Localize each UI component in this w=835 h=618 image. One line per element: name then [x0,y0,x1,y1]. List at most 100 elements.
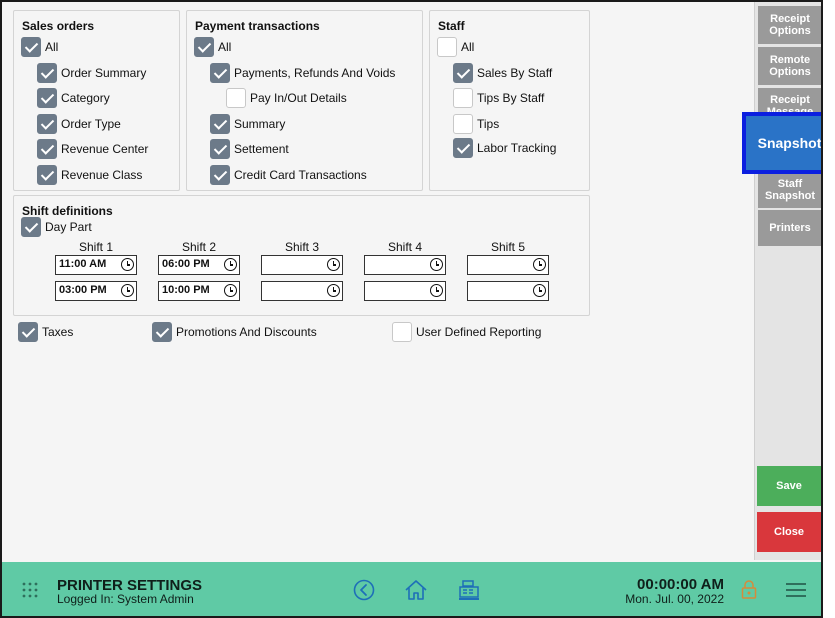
shift-header: Shift 3 [284,240,320,254]
checkbox[interactable] [210,139,230,159]
checkbox[interactable] [37,165,57,185]
sidebar-item-receipt-options[interactable]: Receipt Options [758,6,821,44]
checkbox[interactable] [210,114,230,134]
checkbox-row[interactable]: Summary [210,114,285,134]
checkbox[interactable] [210,63,230,83]
checkbox-label: All [461,40,475,54]
checkbox[interactable] [437,37,457,57]
sales-orders-group: Sales orders All Order Summary Category … [13,10,180,191]
sidebar-item-receipt-message[interactable]: Receipt Message [758,88,821,114]
shift-start-time-input[interactable]: 06:00 PM [158,255,240,275]
checkbox-row[interactable]: Tips [453,114,499,134]
cash-register-icon[interactable] [458,579,480,601]
shift-start-time-input[interactable]: 11:00 AM [55,255,137,275]
clock-icon[interactable] [121,284,134,297]
checkbox-label: Promotions And Discounts [176,325,317,339]
checkbox[interactable] [37,63,57,83]
checkbox-label: Taxes [42,325,74,339]
time-value: 10:00 PM [162,284,210,296]
sidebar-item-snapshot[interactable]: Snapshot [742,112,821,174]
app-grid-icon[interactable] [22,582,38,598]
checkbox[interactable] [453,138,473,158]
checkbox-label: Tips By Staff [477,91,545,105]
time-value: 03:00 PM [59,284,107,296]
staff-group: Staff All Sales By Staff Tips By Staff T… [429,10,590,191]
shift-end-time-input[interactable]: 10:00 PM [158,281,240,301]
day-part-checkbox-row[interactable]: Day Part [21,217,92,237]
clock-icon[interactable] [327,284,340,297]
sidebar-item-label: Receipt Message [766,94,814,114]
logged-in-status: Logged In: System Admin [57,592,194,606]
checkbox[interactable] [37,114,57,134]
checkbox[interactable] [18,322,38,342]
clock-icon[interactable] [430,258,443,271]
checkbox-row[interactable]: Sales By Staff [453,63,552,83]
checkbox-row[interactable]: Order Summary [37,63,146,83]
shift-start-time-input[interactable] [467,255,549,275]
checkbox-row[interactable]: Revenue Class [37,165,142,185]
checkbox-label: Payments, Refunds And Voids [234,66,396,80]
checkbox-label: Order Type [61,117,121,131]
clock-icon[interactable] [533,258,546,271]
clock-icon[interactable] [533,284,546,297]
sidebar-item-staff-snapshot[interactable]: Staff Snapshot [758,172,821,208]
checkbox-row[interactable]: All [21,37,58,57]
shift-end-time-input[interactable] [364,281,446,301]
checkbox-row[interactable]: Pay In/Out Details [226,88,347,108]
checkbox[interactable] [226,88,246,108]
shift-end-time-input[interactable] [261,281,343,301]
checkbox-label: Summary [234,117,286,131]
promotions-checkbox-row[interactable]: Promotions And Discounts [152,322,317,342]
checkbox-label: Day Part [45,220,92,234]
checkbox-label: Labor Tracking [477,141,557,155]
checkbox[interactable] [453,114,473,134]
close-button[interactable]: Close [757,512,821,552]
checkbox[interactable] [453,63,473,83]
checkbox-row[interactable]: Tips By Staff [453,88,544,108]
checkbox-row[interactable]: All [194,37,231,57]
save-button[interactable]: Save [757,466,821,506]
back-icon[interactable] [353,579,375,601]
shift-end-time-input[interactable]: 03:00 PM [55,281,137,301]
checkbox[interactable] [37,139,57,159]
checkbox-label: Revenue Center [61,142,149,156]
checkbox-row[interactable]: Settement [210,139,289,159]
checkbox-row[interactable]: Order Type [37,114,121,134]
clock-icon[interactable] [224,284,237,297]
checkbox-label: Settement [234,142,289,156]
group-title: Staff [438,19,465,33]
checkbox[interactable] [453,88,473,108]
clock-icon[interactable] [430,284,443,297]
sidebar-item-printers[interactable]: Printers [758,210,821,246]
app-window: Sales orders All Order Summary Category … [0,0,823,618]
checkbox-label: Category [61,91,110,105]
taxes-checkbox-row[interactable]: Taxes [18,322,73,342]
checkbox[interactable] [210,165,230,185]
checkbox-row[interactable]: All [437,37,474,57]
clock-icon[interactable] [121,258,134,271]
checkbox[interactable] [21,217,41,237]
checkbox-row[interactable]: Payments, Refunds And Voids [210,63,395,83]
payment-transactions-group: Payment transactions All Payments, Refun… [186,10,423,191]
menu-icon[interactable] [786,582,806,598]
checkbox[interactable] [152,322,172,342]
checkbox[interactable] [37,88,57,108]
time-value: 06:00 PM [162,258,210,270]
time-value: 11:00 AM [59,258,107,270]
user-defined-reporting-checkbox-row[interactable]: User Defined Reporting [392,322,541,342]
clock-icon[interactable] [224,258,237,271]
clock-icon[interactable] [327,258,340,271]
checkbox-row[interactable]: Labor Tracking [453,138,556,158]
lock-icon[interactable] [741,580,757,600]
shift-end-time-input[interactable] [467,281,549,301]
checkbox-row[interactable]: Revenue Center [37,139,148,159]
shift-start-time-input[interactable] [364,255,446,275]
checkbox-row[interactable]: Credit Card Transactions [210,165,367,185]
shift-start-time-input[interactable] [261,255,343,275]
checkbox[interactable] [392,322,412,342]
sidebar-item-remote-options[interactable]: Remote Options [758,47,821,85]
checkbox[interactable] [21,37,41,57]
checkbox[interactable] [194,37,214,57]
home-icon[interactable] [404,579,428,601]
checkbox-row[interactable]: Category [37,88,110,108]
